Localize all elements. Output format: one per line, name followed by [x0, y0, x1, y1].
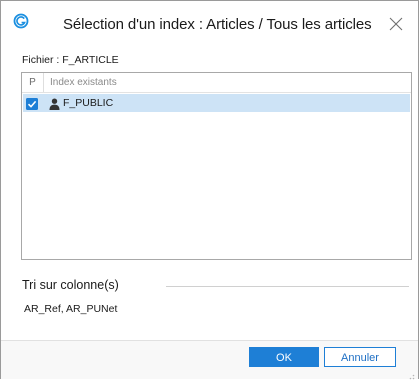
dialog-footer: OK Annuler: [1, 340, 418, 380]
column-header-index[interactable]: Index existants: [50, 73, 117, 92]
index-selection-dialog: Sélection d'un index : Articles / Tous l…: [0, 0, 419, 380]
ok-button[interactable]: OK: [249, 347, 319, 367]
resize-grip-icon[interactable]: [407, 367, 415, 380]
sage-logo-icon: [13, 13, 29, 29]
sort-section-title: Tri sur colonne(s): [22, 278, 119, 292]
title-bar: Sélection d'un index : Articles / Tous l…: [1, 1, 418, 45]
dialog-title: Sélection d'un index : Articles / Tous l…: [63, 16, 372, 33]
close-icon[interactable]: [382, 10, 410, 38]
file-label: Fichier : F_ARTICLE: [22, 54, 119, 66]
checkmark-icon[interactable]: [26, 97, 38, 110]
cancel-button[interactable]: Annuler: [324, 347, 396, 367]
list-item[interactable]: F_PUBLIC: [23, 94, 410, 112]
column-header-p[interactable]: P: [22, 73, 44, 92]
user-icon: [49, 97, 60, 110]
list-header: P Index existants: [22, 73, 411, 93]
index-name: F_PUBLIC: [63, 97, 114, 109]
section-divider: [166, 286, 409, 287]
index-list[interactable]: P Index existants F_PUBLIC: [21, 72, 412, 260]
sort-columns-value: AR_Ref, AR_PUNet: [24, 303, 118, 315]
